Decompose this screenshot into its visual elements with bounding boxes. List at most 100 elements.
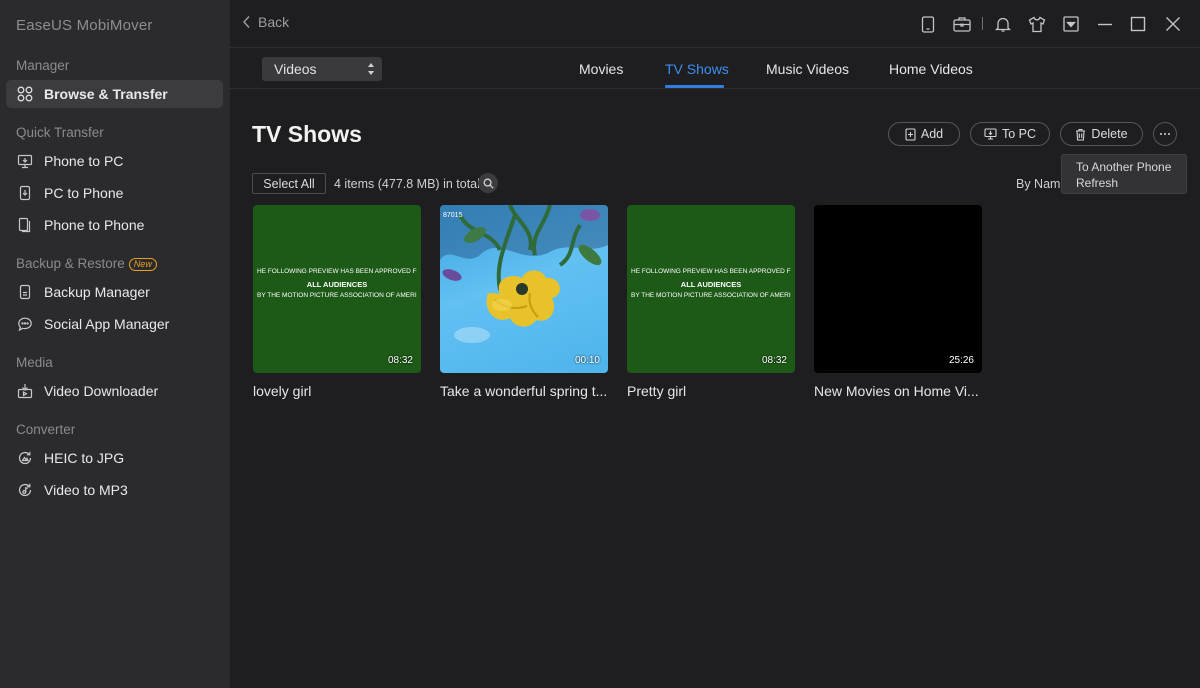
rating-card-text: HE FOLLOWING PREVIEW HAS BEEN APPROVED F… (631, 268, 791, 275)
delete-button-label: Delete (1091, 127, 1128, 141)
dropdown-menu-icon[interactable] (1061, 14, 1081, 34)
sidebar-item-label: Video Downloader (44, 383, 159, 399)
trash-icon (1076, 128, 1086, 141)
sidebar-item-video-downloader[interactable]: Video Downloader (6, 377, 223, 405)
grid-icon (16, 85, 34, 103)
download-icon (16, 382, 34, 400)
sidebar-item-label: Phone to PC (44, 153, 124, 169)
sidebar-item-label: Phone to Phone (44, 217, 145, 233)
menu-item-to-another-phone[interactable]: To Another Phone (1076, 159, 1186, 175)
backup-icon (16, 283, 34, 301)
video-card[interactable]: 87015 00:10 Take a wonderful spring t... (440, 205, 608, 399)
rating-card-text: ALL AUDIENCES (306, 280, 368, 289)
search-icon (483, 178, 494, 189)
tab-home-videos[interactable]: Home Videos (889, 61, 973, 77)
tshirt-icon[interactable] (1027, 14, 1047, 34)
tab-tv-shows[interactable]: TV Shows (665, 61, 729, 77)
sidebar-item-label: Video to MP3 (44, 482, 128, 498)
sidebar-item-pc-to-phone[interactable]: PC to Phone (6, 179, 223, 207)
sidebar-item-label: HEIC to JPG (44, 450, 125, 466)
bell-icon[interactable] (993, 14, 1013, 34)
add-file-icon (905, 127, 916, 141)
page-title: TV Shows (252, 121, 362, 147)
sidebar-item-label: Browse & Transfer (44, 86, 168, 102)
phone-icon (16, 184, 34, 202)
category-select[interactable]: Videos (262, 57, 382, 81)
app-window: EaseUS MobiMover Manager Browse & Transf… (0, 0, 1200, 688)
video-thumbnail: HE FOLLOWING PREVIEW HAS BEEN APPROVED F… (253, 205, 421, 373)
monitor-icon (16, 152, 34, 170)
section-converter: Converter (16, 422, 76, 437)
more-dots-icon (1160, 133, 1170, 135)
video-card[interactable]: HE FOLLOWING PREVIEW HAS BEEN APPROVED F… (253, 205, 421, 399)
audio-convert-icon (16, 481, 34, 499)
section-label: Backup & Restore (16, 256, 125, 271)
chevron-left-icon (243, 16, 250, 28)
video-title: Take a wonderful spring t... (440, 383, 608, 399)
sidebar-item-social-app-manager[interactable]: Social App Manager (6, 310, 223, 338)
sidebar-item-phone-to-pc[interactable]: Phone to PC (6, 147, 223, 175)
filter-bar: Videos Movies TV Shows Music Videos Home… (230, 49, 1200, 89)
section-quick-transfer: Quick Transfer (16, 125, 104, 140)
toolbar-separator (982, 17, 983, 30)
flower-image: 87015 (440, 205, 608, 343)
search-button[interactable] (478, 173, 498, 193)
more-menu: To Another Phone Refresh (1061, 154, 1187, 194)
video-thumbnail: 25:26 (814, 205, 982, 373)
app-title: EaseUS MobiMover (16, 17, 153, 34)
to-pc-button[interactable]: To PC (970, 122, 1050, 146)
video-title: lovely girl (253, 383, 312, 399)
video-duration: 00:10 (574, 355, 600, 366)
minimize-icon[interactable] (1095, 14, 1115, 34)
menu-item-refresh[interactable]: Refresh (1076, 175, 1186, 191)
add-button-label: Add (920, 127, 944, 141)
sidebar-item-phone-to-phone[interactable]: Phone to Phone (6, 211, 223, 239)
sidebar-item-browse-transfer[interactable]: Browse & Transfer (6, 80, 223, 108)
video-duration: 25:26 (948, 355, 974, 366)
sidebar-item-backup-manager[interactable]: Backup Manager (6, 278, 223, 306)
more-button[interactable] (1153, 122, 1177, 146)
select-all-button[interactable]: Select All (252, 173, 326, 194)
tab-music-videos[interactable]: Music Videos (766, 61, 849, 77)
rating-card-text: BY THE MOTION PICTURE ASSOCIATION OF AME… (257, 292, 417, 299)
video-duration: 08:32 (387, 355, 413, 366)
item-count: 4 items (477.8 MB) in total (334, 177, 480, 191)
watermark-text: 87015 (443, 212, 463, 219)
sidebar-item-video-to-mp3[interactable]: Video to MP3 (6, 476, 223, 504)
delete-button[interactable]: Delete (1060, 122, 1143, 146)
add-button[interactable]: Add (888, 122, 960, 146)
toolbox-icon[interactable] (952, 14, 972, 34)
chat-icon (16, 315, 34, 333)
rating-card-text: ALL AUDIENCES (680, 280, 742, 289)
sidebar-item-heic-to-jpg[interactable]: HEIC to JPG (6, 444, 223, 472)
sidebar: EaseUS MobiMover Manager Browse & Transf… (0, 0, 230, 688)
video-card[interactable]: HE FOLLOWING PREVIEW HAS BEEN APPROVED F… (627, 205, 795, 399)
convert-icon (16, 449, 34, 467)
tab-movies[interactable]: Movies (579, 61, 623, 77)
section-backup-restore: Backup & Restore New (16, 256, 157, 271)
sidebar-item-label: Backup Manager (44, 284, 150, 300)
updown-arrow-icon (368, 63, 374, 75)
close-icon[interactable] (1163, 14, 1183, 34)
sidebar-item-label: PC to Phone (44, 185, 124, 201)
video-card[interactable]: 25:26 New Movies on Home Vi... (814, 205, 982, 399)
back-button[interactable]: Back (242, 14, 289, 30)
video-duration: 08:32 (761, 355, 787, 366)
maximize-icon[interactable] (1128, 14, 1148, 34)
back-label: Back (258, 14, 290, 30)
category-select-value: Videos (274, 61, 317, 77)
rating-card-text: HE FOLLOWING PREVIEW HAS BEEN APPROVED F… (257, 268, 417, 275)
section-manager: Manager (16, 58, 70, 73)
video-thumbnail: HE FOLLOWING PREVIEW HAS BEEN APPROVED F… (627, 205, 795, 373)
to-pc-button-label: To PC (1001, 127, 1037, 141)
sidebar-item-label: Social App Manager (44, 316, 170, 332)
sort-select[interactable]: By Nam (1016, 177, 1060, 191)
new-badge: New (128, 258, 157, 271)
title-bar: Back (230, 0, 1200, 48)
video-thumbnail: 87015 00:10 (440, 205, 608, 373)
video-title: New Movies on Home Vi... (814, 383, 979, 399)
video-title: Pretty girl (627, 383, 687, 399)
section-media: Media (16, 355, 53, 370)
device-icon[interactable] (918, 14, 938, 34)
to-pc-icon (984, 128, 997, 140)
